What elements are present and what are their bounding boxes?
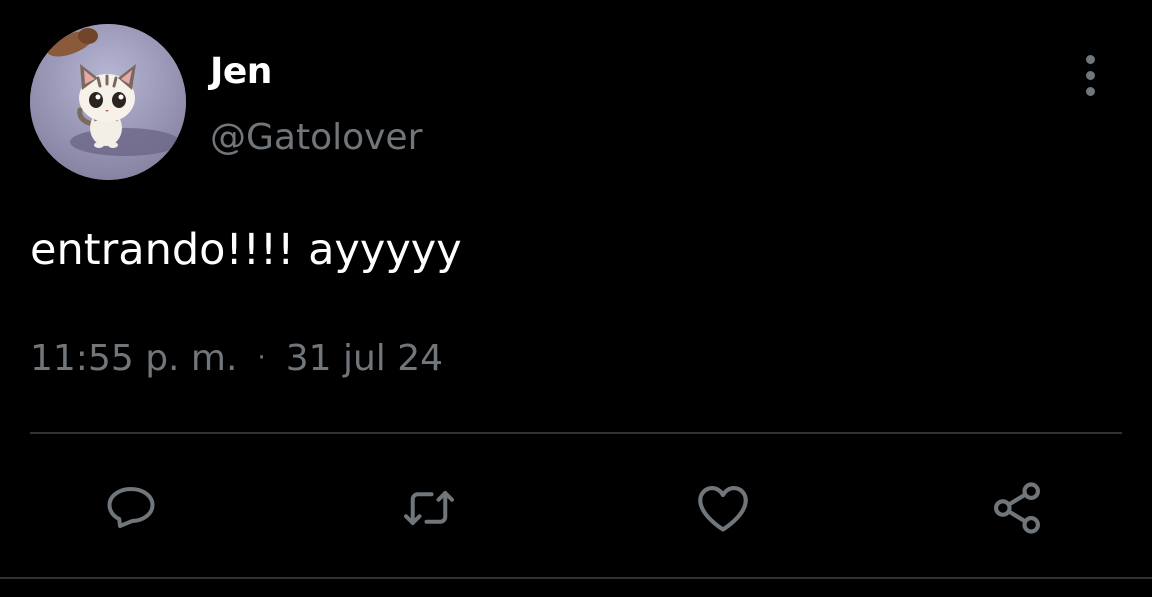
more-icon-dot — [1085, 70, 1095, 80]
share-icon — [994, 482, 1040, 534]
like-icon — [698, 486, 748, 532]
avatar[interactable] — [30, 24, 186, 180]
divider — [30, 432, 1122, 434]
tweet-detail: Jen @Gatolover entrando!!!! ayyyyy 11:55… — [0, 0, 1152, 597]
share-button[interactable] — [985, 476, 1049, 540]
like-button[interactable] — [691, 476, 755, 540]
tweet-text: entrando!!!! ayyyyy — [30, 225, 462, 275]
tweet-date[interactable]: 31 jul 24 — [286, 338, 443, 379]
more-icon-dot — [1085, 54, 1095, 64]
author-handle[interactable]: @Gatolover — [210, 116, 422, 160]
bottom-divider — [0, 577, 1152, 579]
more-options-button[interactable] — [1070, 50, 1110, 100]
reply-icon — [107, 487, 155, 528]
tweet-meta: 11:55 p. m. · 31 jul 24 — [30, 334, 443, 383]
more-icon-dot — [1085, 86, 1095, 96]
reply-button[interactable] — [99, 476, 163, 540]
author-display-name[interactable]: Jen — [210, 50, 272, 94]
retweet-icon — [404, 491, 454, 525]
cat-avatar-image — [30, 24, 186, 180]
meta-separator: · — [257, 343, 266, 373]
tweet-time[interactable]: 11:55 p. m. — [30, 338, 237, 379]
retweet-button[interactable] — [397, 476, 461, 540]
